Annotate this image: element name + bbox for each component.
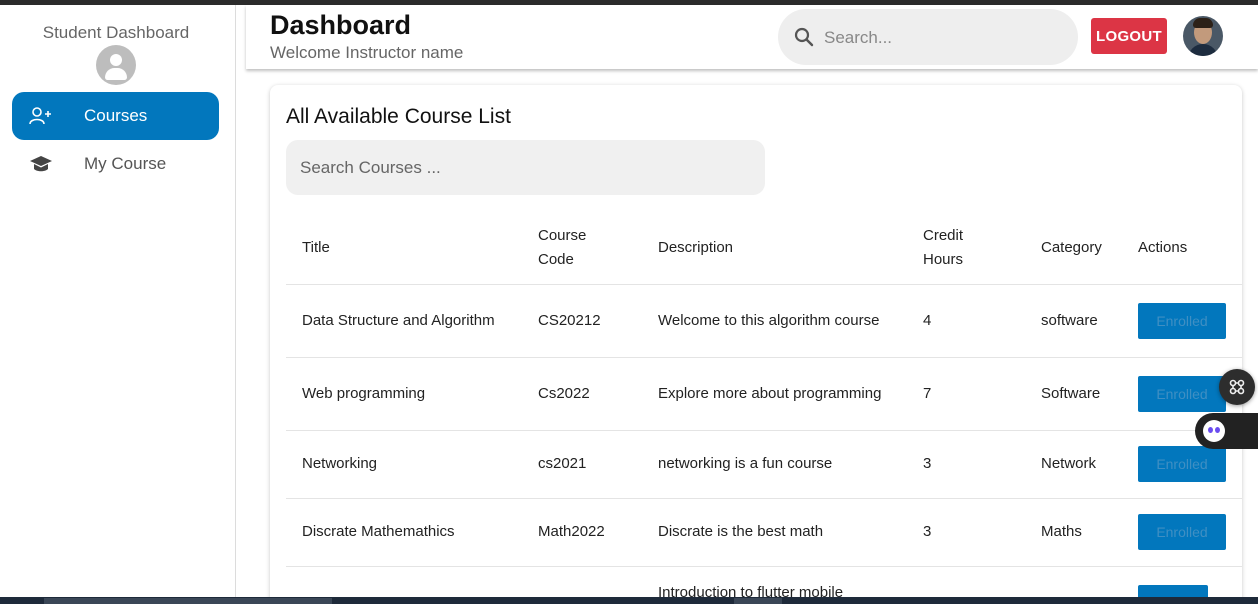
- course-description: networking is a fun course: [642, 430, 907, 499]
- course-list-card: All Available Course List Search Courses…: [270, 85, 1242, 604]
- course-credit-hours: 4: [907, 284, 1025, 358]
- course-credit-hours: 7: [907, 357, 1025, 431]
- add-user-icon: [29, 107, 51, 125]
- course-credit-hours: 3: [907, 430, 1025, 499]
- taskbar-edge: [0, 597, 1258, 604]
- course-code: Cs2022: [522, 357, 642, 431]
- enrolled-button[interactable]: Enrolled: [1138, 514, 1226, 550]
- course-category: Maths: [1025, 498, 1122, 567]
- column-header-line: Hours: [923, 250, 964, 268]
- page-subtitle: Welcome Instructor name: [270, 43, 464, 62]
- command-icon: [1229, 379, 1245, 395]
- column-header-description: Description: [642, 212, 907, 285]
- sidebar-item-courses[interactable]: Courses: [12, 92, 219, 140]
- table-row: Web programming Cs2022 Explore more abou…: [286, 357, 1242, 431]
- enrolled-button[interactable]: Enrolled: [1138, 375, 1226, 412]
- course-code: CS20212: [522, 284, 642, 358]
- enrolled-button[interactable]: Enrolled: [1138, 302, 1226, 339]
- enrolled-button[interactable]: Enrolled: [1138, 446, 1226, 482]
- course-action-cell: Enrolled: [1122, 498, 1242, 567]
- table-row: Data Structure and Algorithm CS20212 Wel…: [286, 284, 1242, 358]
- course-title: Web programming: [286, 357, 522, 431]
- course-category: Network: [1025, 430, 1122, 499]
- course-code: cs2021: [522, 430, 642, 499]
- sidebar-item-label: Courses: [84, 106, 148, 125]
- page-title: Dashboard: [270, 10, 412, 40]
- course-description: Welcome to this algorithm course: [642, 284, 907, 358]
- course-description: Discrate is the best math: [642, 498, 907, 567]
- table-header-row: Title Course Code Description Credit Hou…: [286, 212, 1242, 285]
- column-header-category: Category: [1025, 212, 1122, 285]
- course-category: Software: [1025, 357, 1122, 431]
- course-title: Data Structure and Algorithm: [286, 284, 522, 358]
- sidebar: Student Dashboard Courses My Course: [0, 5, 236, 597]
- course-title: Networking: [286, 430, 522, 499]
- assistant-launcher[interactable]: [1195, 413, 1258, 449]
- course-action-cell: Enrolled: [1122, 284, 1242, 358]
- sidebar-title: Student Dashboard: [42, 23, 190, 42]
- course-code: Math2022: [522, 498, 642, 567]
- column-header-credit-hours: Credit Hours: [907, 212, 1025, 285]
- sidebar-item-my-course[interactable]: My Course: [12, 140, 219, 188]
- search-icon: [794, 27, 814, 47]
- course-category: software: [1025, 284, 1122, 358]
- bot-icon: [1203, 420, 1225, 442]
- table-row: Discrate Mathemathics Math2022 Discrate …: [286, 498, 1242, 567]
- user-avatar-icon: [96, 45, 136, 85]
- command-shortcut-button[interactable]: [1219, 369, 1255, 405]
- column-header-course-code: Course Code: [522, 212, 642, 285]
- course-credit-hours: 3: [907, 498, 1025, 567]
- column-header-actions: Actions: [1122, 212, 1242, 285]
- course-search-placeholder: Search Courses ...: [300, 158, 441, 177]
- logout-button[interactable]: LOGOUT: [1091, 18, 1167, 54]
- column-header-line: Credit: [923, 226, 964, 244]
- column-header-line: Code: [538, 250, 574, 268]
- course-description: Explore more about programming: [642, 357, 907, 431]
- header: Dashboard Welcome Instructor name Search…: [246, 5, 1258, 69]
- course-table: Title Course Code Description Credit Hou…: [286, 212, 1242, 604]
- profile-avatar[interactable]: [1183, 16, 1223, 56]
- header-search-input[interactable]: Search...: [778, 9, 1078, 65]
- table-row: Networking cs2021 networking is a fun co…: [286, 430, 1242, 499]
- sidebar-item-label: My Course: [84, 154, 167, 173]
- course-list-title: All Available Course List: [286, 105, 511, 128]
- course-search-input[interactable]: Search Courses ...: [286, 140, 765, 195]
- graduation-cap-icon: [30, 156, 52, 172]
- course-title: Discrate Mathemathics: [286, 498, 522, 567]
- column-header-line: Course: [538, 226, 587, 244]
- column-header-title: Title: [286, 212, 522, 285]
- search-placeholder: Search...: [824, 28, 893, 47]
